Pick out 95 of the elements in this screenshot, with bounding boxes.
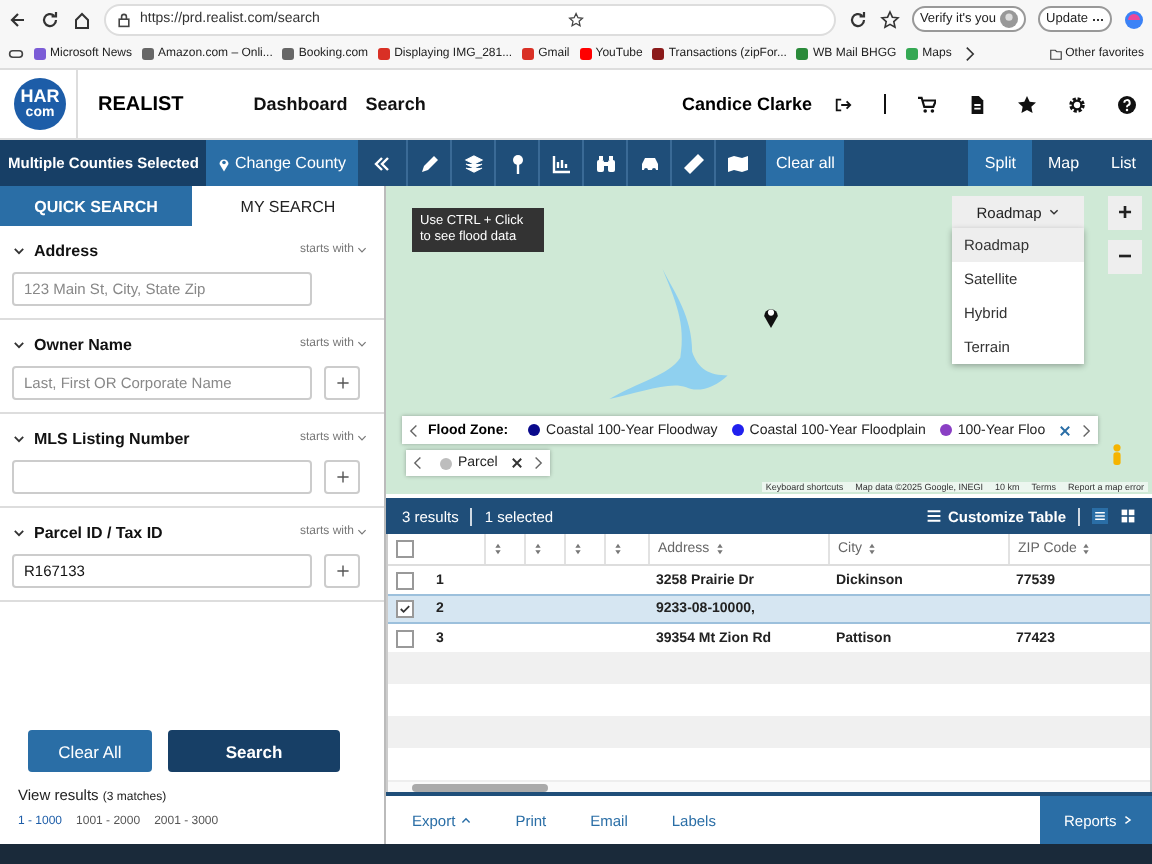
add-button[interactable] [324, 460, 360, 494]
site-icon [282, 47, 295, 59]
folder-icon [1049, 47, 1062, 59]
site-icon [652, 47, 665, 59]
row-checkbox[interactable] [396, 600, 414, 619]
sort-icon[interactable] [1082, 542, 1091, 557]
grid-view-icon[interactable] [1120, 508, 1136, 524]
zoom-in-button[interactable]: + [1108, 196, 1142, 230]
site-icon [796, 47, 809, 59]
chevron-down-icon[interactable] [12, 525, 26, 539]
input-field[interactable] [12, 460, 312, 494]
site-icon [378, 47, 391, 59]
field-label: Address [34, 241, 99, 259]
chevron-down-icon[interactable] [12, 431, 26, 445]
layers-icon[interactable] [463, 153, 484, 173]
pin-icon [218, 155, 231, 171]
site-icon [34, 47, 46, 59]
view-tab[interactable]: List [1095, 140, 1152, 186]
chevron-down-icon [356, 432, 368, 444]
user-name[interactable]: Candice Clarke [681, 94, 812, 114]
document-icon[interactable] [968, 95, 986, 113]
site-icon [906, 47, 919, 59]
car-icon[interactable] [639, 153, 660, 173]
add-button[interactable] [324, 554, 360, 588]
sort-icon[interactable] [614, 542, 622, 557]
plus-icon [335, 470, 349, 484]
close-icon[interactable] [509, 456, 524, 470]
site-icon [522, 47, 535, 59]
list-view-icon[interactable] [1092, 508, 1108, 524]
plus-icon [335, 564, 349, 578]
close-icon[interactable] [1057, 423, 1072, 437]
row-checkbox[interactable] [396, 571, 414, 590]
map-placeholder[interactable] [386, 186, 1152, 494]
map-icon[interactable] [727, 153, 748, 173]
logout-icon[interactable] [834, 95, 852, 113]
chevron-right-icon[interactable] [1077, 423, 1092, 437]
caret-up-icon [459, 814, 472, 826]
view-tab[interactable]: Split [968, 140, 1032, 186]
row-checkbox[interactable] [396, 629, 414, 648]
avatar-icon [1000, 10, 1019, 28]
pin-icon[interactable] [507, 153, 528, 173]
ruler-icon[interactable] [683, 153, 704, 173]
collapse-icon[interactable] [372, 153, 393, 173]
select-all-checkbox[interactable] [396, 540, 414, 559]
chevron-right-icon[interactable] [961, 45, 978, 61]
nav-link[interactable]: Dashboard [253, 94, 348, 114]
logo-text: HAR [20, 88, 60, 106]
field-label: Owner Name [34, 335, 132, 353]
add-button[interactable] [324, 366, 360, 400]
site-icon [579, 47, 592, 59]
clear-all-button[interactable]: Clear all [766, 140, 845, 186]
refresh-icon[interactable] [40, 9, 60, 29]
field-label: Parcel ID / Tax ID [34, 523, 163, 541]
home-icon[interactable] [72, 9, 92, 29]
back-icon[interactable] [8, 9, 28, 29]
sort-icon[interactable] [494, 542, 502, 557]
nav-link[interactable]: Search [365, 94, 426, 114]
chevron-right-icon [1122, 814, 1134, 826]
location-pin-icon[interactable] [762, 304, 780, 328]
view-tab[interactable]: Map [1031, 140, 1096, 186]
search-button[interactable]: Search [168, 730, 340, 772]
binoculars-icon[interactable] [595, 153, 616, 173]
help-icon[interactable] [1118, 95, 1136, 113]
refresh-icon[interactable] [847, 9, 868, 29]
chevron-down-icon [356, 244, 368, 256]
sort-icon[interactable] [534, 542, 542, 557]
search-tab[interactable]: QUICK SEARCH [0, 186, 192, 226]
chevron-down-icon [1047, 206, 1060, 218]
sort-icon[interactable] [574, 542, 582, 557]
product-name: REALIST [76, 70, 184, 138]
chart-icon[interactable] [551, 153, 572, 173]
favorites-icon[interactable] [879, 9, 900, 29]
horizontal-scrollbar[interactable] [388, 779, 1150, 793]
tab-icon[interactable] [8, 45, 24, 61]
lock-icon [116, 11, 132, 27]
copilot-icon[interactable] [1124, 9, 1144, 29]
chevron-down-icon [356, 526, 368, 538]
field-label: MLS Listing Number [34, 429, 190, 447]
clear-all-button[interactable]: Clear All [28, 730, 152, 772]
chevron-left-icon[interactable] [408, 423, 422, 437]
sort-icon[interactable] [868, 542, 877, 557]
chevron-right-icon[interactable] [529, 456, 544, 470]
settings-icon[interactable] [1068, 95, 1086, 113]
cart-icon[interactable] [918, 95, 936, 113]
chevron-left-icon[interactable] [412, 456, 426, 470]
chevron-down-icon[interactable] [12, 243, 26, 257]
sort-icon[interactable] [715, 542, 724, 557]
change-county-button[interactable]: Change County [206, 140, 359, 186]
site-icon [142, 47, 155, 59]
pencil-icon[interactable] [419, 153, 440, 173]
menu-icon [925, 508, 942, 524]
chevron-down-icon[interactable] [12, 337, 26, 351]
zoom-out-button[interactable]: − [1108, 240, 1142, 274]
chevron-down-icon [356, 338, 368, 350]
plus-icon [335, 376, 349, 390]
